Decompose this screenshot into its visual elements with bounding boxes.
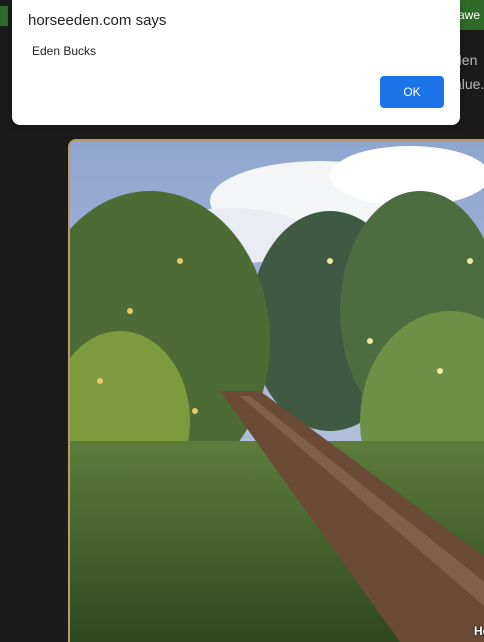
artwork-caption: Ho <box>474 624 484 638</box>
forest-path-artwork: Ho <box>68 139 484 642</box>
artwork-image <box>70 141 484 642</box>
alert-dialog: horseeden.com says Eden Bucks OK <box>12 0 460 125</box>
account-tab[interactable]: awe <box>458 0 484 30</box>
ok-button[interactable]: OK <box>380 76 444 108</box>
dialog-message: Eden Bucks <box>32 44 97 58</box>
account-tab-label: awe <box>458 8 480 22</box>
dialog-title: horseeden.com says <box>28 12 167 29</box>
menu-tab-edge[interactable] <box>0 6 8 26</box>
